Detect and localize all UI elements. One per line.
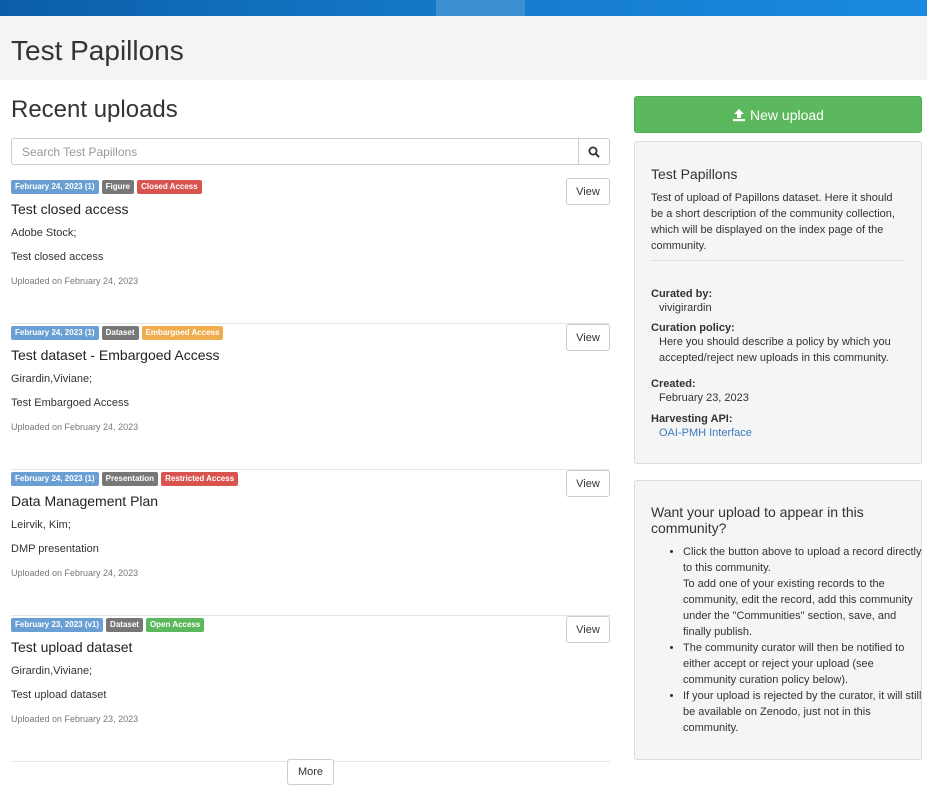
search-icon (588, 146, 600, 158)
date-badge: February 24, 2023 (1) (11, 472, 99, 486)
record-title[interactable]: Test upload dataset (11, 639, 132, 655)
record-creators: Adobe Stock; (11, 227, 77, 239)
access-badge: Embargoed Access (141, 326, 224, 340)
community-name: Test Papillons (651, 166, 738, 182)
created-value: February 23, 2023 (659, 392, 749, 404)
view-button[interactable]: View (566, 616, 610, 643)
list-item: February 24, 2023 (1) Figure Closed Acce… (11, 178, 610, 324)
new-upload-button[interactable]: New upload (634, 96, 922, 133)
type-badge: Presentation (101, 472, 159, 486)
top-navbar (0, 0, 927, 16)
curated-by-label: Curated by: (651, 288, 713, 300)
more-button[interactable]: More (287, 759, 334, 785)
search-input[interactable] (11, 138, 579, 165)
list-item: The community curator will then be notif… (683, 640, 923, 688)
list-item: February 24, 2023 (1) Dataset Embargoed … (11, 324, 610, 470)
page-title: Test Papillons (11, 35, 184, 66)
curation-policy: Curation policy: Here you should describ… (651, 322, 907, 366)
type-badge: Dataset (106, 618, 143, 632)
search-button[interactable] (579, 138, 610, 165)
upload-icon (733, 108, 746, 121)
access-badge: Open Access (145, 618, 205, 632)
upload-help-list: Click the button above to upload a recor… (667, 544, 923, 736)
list-item: February 23, 2023 (v1) Dataset Open Acce… (11, 616, 610, 762)
record-description: Test closed access (11, 251, 104, 263)
community-header: Test Papillons (0, 16, 927, 80)
curated-by-value: vivigirardin (659, 302, 712, 314)
record-badges: February 24, 2023 (1) Figure Closed Acce… (11, 180, 202, 194)
record-creators: Girardin,Viviane; (11, 373, 93, 385)
harvesting-api-label: Harvesting API: (651, 413, 733, 425)
navbar-active-segment (436, 0, 525, 16)
main-column: Recent uploads February 24, 2023 (1) Fig… (11, 80, 610, 762)
record-upload-date: Uploaded on February 23, 2023 (11, 714, 139, 724)
list-item: If your upload is rejected by the curato… (683, 688, 923, 736)
record-description: DMP presentation (11, 543, 99, 555)
record-creators: Leirvik, Kim; (11, 519, 71, 531)
community-info-panel: Test Papillons Test of upload of Papillo… (634, 141, 922, 464)
access-badge: Closed Access (137, 180, 202, 194)
record-upload-date: Uploaded on February 24, 2023 (11, 568, 139, 578)
record-upload-date: Uploaded on February 24, 2023 (11, 276, 139, 286)
community-description: Test of upload of Papillons dataset. Her… (651, 192, 895, 252)
type-badge: Figure (101, 180, 135, 194)
records-list: February 24, 2023 (1) Figure Closed Acce… (11, 178, 610, 762)
access-badge: Restricted Access (161, 472, 239, 486)
date-badge: February 24, 2023 (1) (11, 180, 99, 194)
record-upload-date: Uploaded on February 24, 2023 (11, 422, 139, 432)
curation-policy-value: Here you should describe a policy by whi… (659, 336, 891, 364)
help-item-1: Click the button above to upload a recor… (683, 546, 922, 574)
harvesting-api: Harvesting API: OAI-PMH Interface (651, 413, 752, 441)
created: Created: February 23, 2023 (651, 378, 749, 406)
type-badge: Dataset (101, 326, 139, 340)
date-badge: February 24, 2023 (1) (11, 326, 99, 340)
record-description: Test Embargoed Access (11, 397, 130, 409)
help-item-2: To add one of your existing records to t… (683, 578, 913, 638)
record-title[interactable]: Data Management Plan (11, 493, 158, 509)
list-item: February 24, 2023 (1) Presentation Restr… (11, 470, 610, 616)
date-badge: February 23, 2023 (v1) (11, 618, 104, 632)
record-title[interactable]: Test closed access (11, 201, 129, 217)
view-button[interactable]: View (566, 324, 610, 351)
search-bar (11, 138, 610, 165)
record-creators: Girardin,Viviane; (11, 665, 93, 677)
record-description: Test upload dataset (11, 689, 107, 701)
curation-policy-label: Curation policy: (651, 322, 735, 334)
new-upload-label: New upload (750, 106, 824, 123)
divider (651, 260, 905, 261)
curated-by: Curated by: vivigirardin (651, 288, 712, 316)
created-label: Created: (651, 378, 696, 390)
view-button[interactable]: View (566, 470, 610, 497)
record-title[interactable]: Test dataset - Embargoed Access (11, 347, 220, 363)
record-badges: February 23, 2023 (v1) Dataset Open Acce… (11, 618, 205, 632)
upload-help-heading: Want your upload to appear in this commu… (651, 504, 864, 536)
record-badges: February 24, 2023 (1) Presentation Restr… (11, 472, 239, 486)
recent-uploads-heading: Recent uploads (11, 96, 178, 123)
upload-help-panel: Want your upload to appear in this commu… (634, 480, 922, 760)
record-badges: February 24, 2023 (1) Dataset Embargoed … (11, 326, 224, 340)
oai-pmh-link[interactable]: OAI-PMH Interface (659, 427, 752, 439)
view-button[interactable]: View (566, 178, 610, 205)
list-item: Click the button above to upload a recor… (683, 544, 923, 640)
